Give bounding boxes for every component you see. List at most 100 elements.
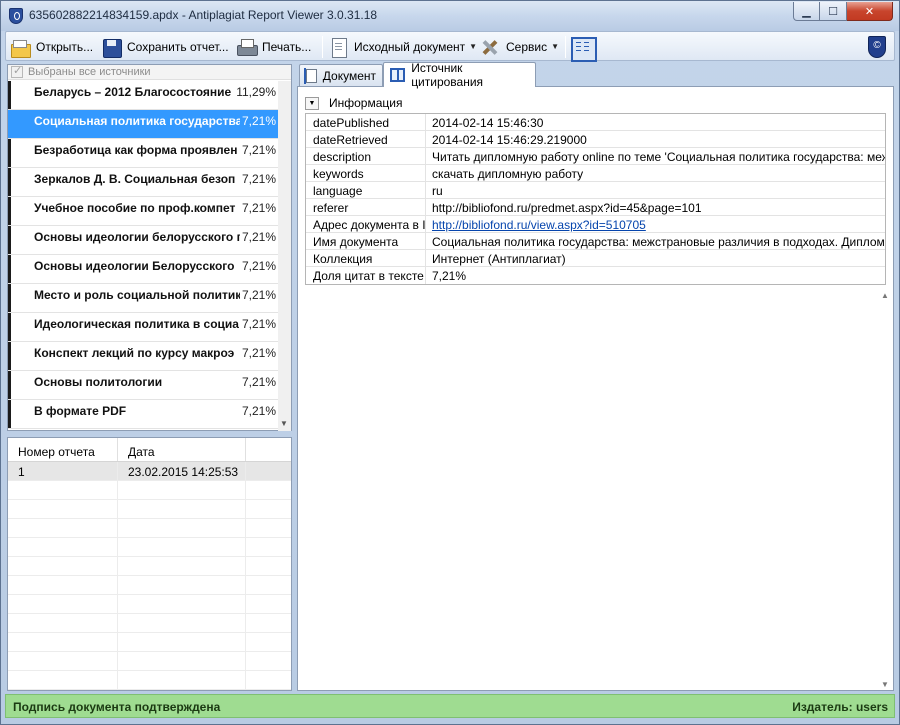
info-key: Коллекция <box>306 250 426 266</box>
title-bar[interactable]: 635602882214834159.apdx - Antiplagiat Re… <box>1 1 899 31</box>
info-key: referer <box>306 199 426 215</box>
table-row-empty <box>8 576 291 595</box>
dropdown-arrow-icon: ▼ <box>469 42 478 51</box>
source-marker <box>8 342 11 370</box>
source-marker <box>8 255 11 283</box>
column-header-date[interactable]: Дата <box>118 438 246 461</box>
info-value: 2014-02-14 15:46:29.219000 <box>432 133 587 147</box>
source-list-item[interactable]: Зеркалов Д. В. Социальная безоп 7,21% <box>8 168 280 197</box>
info-row: description Читать дипломную работу onlin… <box>306 148 885 165</box>
column-header-empty <box>246 438 291 461</box>
source-list-item[interactable]: Основы идеологии Белорусского 7,21% <box>8 255 280 284</box>
scroll-up-arrow-icon[interactable]: ▲ <box>881 291 889 300</box>
details-scrollbar[interactable]: ▲ ▼ <box>879 291 891 689</box>
info-row: dateRetrieved 2014-02-14 15:46:29.219000 <box>306 131 885 148</box>
source-marker <box>8 168 11 196</box>
tab-citation-source[interactable]: Источник цитирования <box>383 61 536 89</box>
source-list-item[interactable]: Идеологическая политика в социа 7,21% <box>8 313 280 342</box>
maximize-icon: ☐ <box>828 5 838 18</box>
info-row: Доля цитат в тексте 7,21% <box>306 267 885 284</box>
table-row-empty <box>8 557 291 576</box>
toggle-panel-button[interactable] <box>570 35 597 62</box>
printer-icon <box>236 37 258 57</box>
minimize-icon: ▁ <box>802 5 811 18</box>
source-list-item[interactable]: Основы политологии 7,21% <box>8 371 280 400</box>
source-percent: 7,21% <box>241 404 276 418</box>
source-list-item[interactable]: Социальная политика государства 7,21% <box>8 110 280 139</box>
info-row: Коллекция Интернет (Антиплагиат) <box>306 250 885 267</box>
source-marker <box>8 400 11 428</box>
source-list-item[interactable]: В формате PDF 7,21% <box>8 400 280 429</box>
source-list-item[interactable]: Беларусь – 2012 Благосостояние 11,29% <box>8 81 280 110</box>
toolbar: Открыть... Сохранить отчет... Печать... … <box>5 31 895 62</box>
save-report-label: Сохранить отчет... <box>127 39 229 54</box>
info-key: Имя документа <box>306 233 426 249</box>
document-icon <box>328 37 350 58</box>
tab-document-label: Документ <box>322 68 376 83</box>
open-button[interactable]: Открыть... <box>10 35 93 58</box>
info-value: ru <box>432 184 443 198</box>
source-marker <box>8 110 11 138</box>
source-document-button[interactable]: Исходный документ ▼ <box>328 35 477 58</box>
select-all-sources[interactable]: Выбраны все источники <box>8 64 291 80</box>
info-value: скачать дипломную работу <box>432 167 584 181</box>
service-button[interactable]: Сервис ▼ <box>480 35 559 58</box>
source-list-item[interactable]: Учебное пособие по проф.компет 7,21% <box>8 197 280 226</box>
tab-document[interactable]: Документ <box>299 64 383 86</box>
scroll-down-arrow-icon[interactable]: ▼ <box>881 680 889 689</box>
book-icon <box>390 68 406 82</box>
source-name: Учебное пособие по проф.компет <box>34 201 236 215</box>
info-row: language ru <box>306 182 885 199</box>
source-name: Место и роль социальной политик <box>34 288 240 302</box>
source-list-item[interactable]: Конспект лекций по курсу макроэ 7,21% <box>8 342 280 371</box>
table-row-empty <box>8 500 291 519</box>
source-percent: 7,21% <box>241 143 276 157</box>
save-report-button[interactable]: Сохранить отчет... <box>101 35 229 58</box>
maximize-button[interactable]: ☐ <box>820 2 847 21</box>
source-list-item[interactable]: Место и роль социальной политик 7,21% <box>8 284 280 313</box>
publisher-status: Издатель: users <box>792 700 888 714</box>
info-table: datePublished 2014-02-14 15:46:30 dateRetr… <box>305 113 886 285</box>
source-percent: 7,21% <box>241 375 276 389</box>
app-shield-icon <box>9 8 23 24</box>
sources-scrollbar[interactable]: ▼ <box>278 81 291 431</box>
info-value: 2014-02-14 15:46:30 <box>432 116 544 130</box>
source-marker <box>8 139 11 167</box>
source-marker <box>8 371 11 399</box>
source-list-item[interactable]: Безработица как форма проявлен 7,21% <box>8 139 280 168</box>
info-key: dateRetrieved <box>306 131 426 147</box>
select-all-label: Выбраны все источники <box>28 66 151 78</box>
close-button[interactable]: ✕ <box>847 2 893 21</box>
info-key: keywords <box>306 165 426 181</box>
source-percent: 7,21% <box>241 288 276 302</box>
select-all-checkbox[interactable] <box>11 64 23 78</box>
info-key: Доля цитат в тексте <box>306 267 426 284</box>
toolbar-separator <box>322 36 323 58</box>
reports-header: Номер отчета Дата <box>8 438 291 462</box>
citation-source-panel: ▼ Информация datePublished 2014-02-14 15:… <box>297 86 894 691</box>
sources-list: Беларусь – 2012 Благосостояние 11,29% Соци… <box>8 81 280 431</box>
info-section-header[interactable]: ▼ Информация <box>305 96 402 110</box>
column-header-report-number[interactable]: Номер отчета <box>8 438 118 461</box>
source-name: Беларусь – 2012 Благосостояние <box>34 85 232 99</box>
source-marker <box>8 81 11 109</box>
document-url-link[interactable]: http://bibliofond.ru/view.aspx?id=510705 <box>426 216 885 232</box>
folder-open-icon <box>10 37 32 58</box>
scroll-down-arrow-icon[interactable]: ▼ <box>280 419 288 428</box>
table-row[interactable]: 1 23.02.2015 14:25:53 <box>8 462 291 481</box>
print-button[interactable]: Печать... <box>236 35 311 58</box>
minimize-button[interactable]: ▁ <box>793 2 820 21</box>
source-name: Основы идеологии белорусского г <box>34 230 240 244</box>
tools-icon <box>480 37 502 57</box>
collapse-toggle-icon[interactable]: ▼ <box>305 96 319 110</box>
source-percent: 7,21% <box>241 317 276 331</box>
info-value: Интернет (Антиплагиат) <box>432 252 566 266</box>
empty-cell <box>246 462 291 480</box>
source-percent: 7,21% <box>241 201 276 215</box>
toolbar-separator <box>565 36 566 58</box>
info-value: http://bibliofond.ru/predmet.aspx?id=45&… <box>432 201 702 215</box>
source-list-item[interactable]: Основы идеологии белорусского г 7,21% <box>8 226 280 255</box>
service-label: Сервис <box>506 39 548 54</box>
source-percent: 7,21% <box>241 172 276 186</box>
window-title: 635602882214834159.apdx - Antiplagiat Re… <box>29 8 378 22</box>
